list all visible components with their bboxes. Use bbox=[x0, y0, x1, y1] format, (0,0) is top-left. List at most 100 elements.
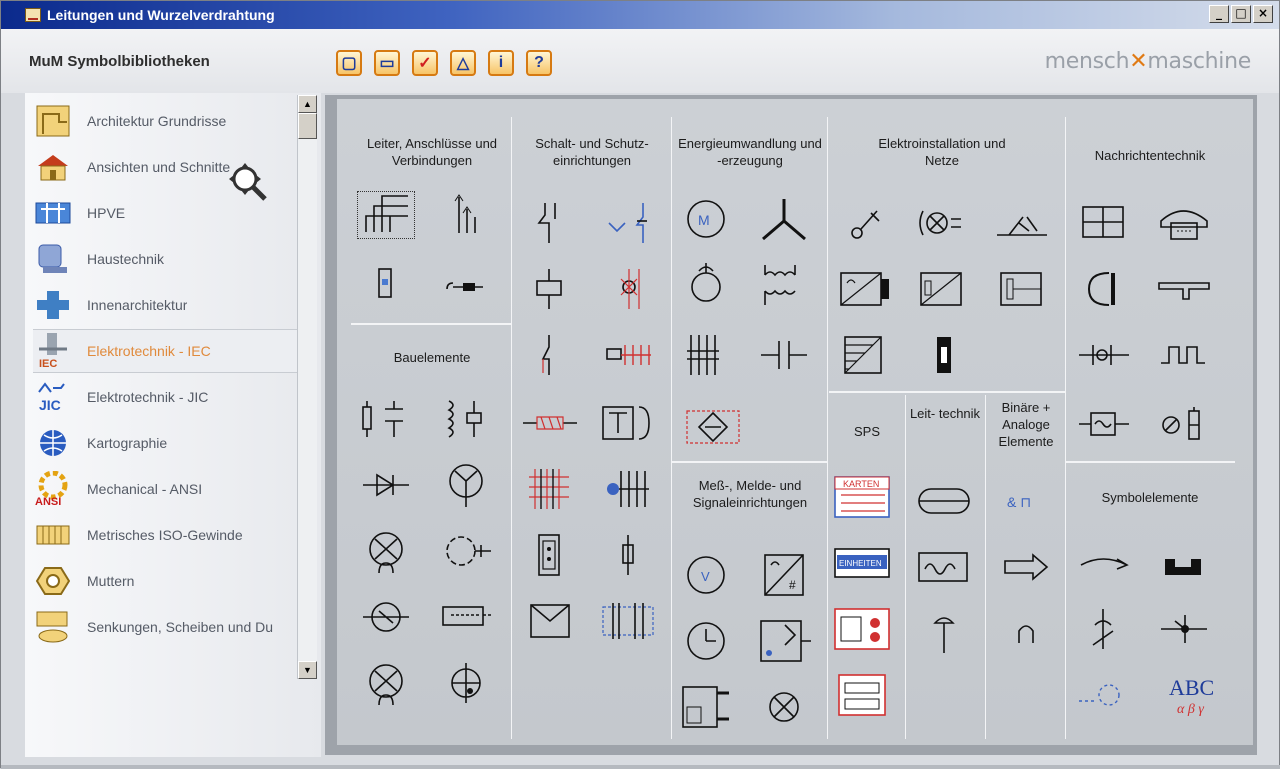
symbol-sps-cpu[interactable] bbox=[833, 671, 891, 719]
symbol-speaker[interactable] bbox=[1075, 265, 1133, 313]
symbol-text[interactable]: ABC α β γ bbox=[1155, 671, 1235, 719]
symbol-switch-red[interactable] bbox=[521, 331, 579, 379]
symbol-crystal[interactable] bbox=[437, 593, 495, 641]
symbol-converter[interactable] bbox=[837, 265, 895, 313]
category-header-bauelemente[interactable]: Bauelemente bbox=[357, 349, 507, 366]
symbol-inductor-fuse[interactable] bbox=[437, 395, 495, 443]
symbol-star-connection[interactable] bbox=[755, 195, 813, 243]
symbol-horn[interactable] bbox=[1155, 265, 1213, 313]
symbol-sps-module[interactable] bbox=[833, 605, 891, 653]
symbol-voltmeter[interactable]: V bbox=[677, 551, 735, 599]
symbol-contact-block[interactable] bbox=[599, 597, 657, 645]
minimize-button[interactable]: _ bbox=[1209, 5, 1229, 23]
symbol-relay-coil[interactable] bbox=[521, 265, 579, 313]
check-button[interactable]: ✓ bbox=[412, 50, 438, 76]
symbol-plug-connector[interactable] bbox=[437, 261, 495, 309]
new-symbol-button[interactable]: ▢ bbox=[336, 50, 362, 76]
symbol-ground-arrow[interactable] bbox=[1075, 605, 1133, 653]
symbol-module[interactable] bbox=[521, 531, 579, 579]
insert-button[interactable]: △ bbox=[450, 50, 476, 76]
symbol-switch-coil[interactable] bbox=[599, 199, 657, 247]
symbol-sps-karten[interactable]: KARTEN bbox=[833, 473, 891, 521]
symbol-dimmer[interactable] bbox=[915, 199, 973, 247]
symbol-clock[interactable] bbox=[677, 617, 735, 665]
title-bar[interactable]: Leitungen und Wurzelverdrahtung _ □ × bbox=[1, 1, 1279, 29]
sidebar-item-haustechnik[interactable]: Haustechnik bbox=[33, 237, 297, 281]
sidebar-item-elektrotechnik-iec[interactable]: IEC Elektrotechnik - IEC bbox=[33, 329, 297, 373]
symbol-contactor[interactable] bbox=[599, 399, 657, 447]
info-button[interactable]: i bbox=[488, 50, 514, 76]
symbol-transformer-3ph[interactable] bbox=[677, 331, 735, 379]
symbol-diode[interactable] bbox=[357, 461, 415, 509]
symbol-frequency-meter[interactable]: # bbox=[755, 551, 813, 599]
category-header-leit[interactable]: Leit- technik bbox=[909, 405, 981, 422]
symbol-and-gate[interactable]: & ⊓ bbox=[997, 477, 1055, 525]
symbol-fuse-block[interactable] bbox=[521, 465, 579, 513]
category-header-leiter[interactable]: Leiter, Anschlüsse und Verbindungen bbox=[357, 135, 507, 169]
symbol-junction-point[interactable] bbox=[1155, 605, 1213, 653]
symbol-switch-nc[interactable] bbox=[521, 199, 579, 247]
symbol-fuse[interactable] bbox=[599, 531, 657, 579]
symbol-phone[interactable] bbox=[1155, 199, 1213, 247]
symbol-switchgear[interactable] bbox=[599, 465, 657, 513]
symbol-relay-contacts[interactable] bbox=[599, 265, 657, 313]
symbol-charger[interactable] bbox=[993, 265, 1051, 313]
sidebar-item-kartographie[interactable]: Kartographie bbox=[33, 421, 297, 465]
symbol-socket-switch[interactable] bbox=[837, 199, 895, 247]
sidebar-item-iso-gewinde[interactable]: Metrisches ISO-Gewinde bbox=[33, 513, 297, 557]
symbol-terminator[interactable] bbox=[915, 477, 973, 525]
help-button[interactable]: ? bbox=[526, 50, 552, 76]
symbol-bus-junction[interactable] bbox=[357, 191, 415, 239]
symbol-triode[interactable] bbox=[437, 659, 495, 707]
symbol-resistor-capacitor[interactable] bbox=[357, 395, 415, 443]
symbol-notch[interactable] bbox=[1155, 539, 1213, 587]
category-header-sps[interactable]: SPS bbox=[833, 423, 901, 440]
symbol-tube[interactable] bbox=[357, 527, 415, 575]
sidebar-scrollbar[interactable]: ▲ ▼ bbox=[297, 95, 317, 679]
symbol-ground-switch[interactable] bbox=[993, 199, 1051, 247]
symbol-transistor[interactable] bbox=[437, 461, 495, 509]
symbol-distribution-panel[interactable] bbox=[837, 331, 895, 379]
symbol-modem[interactable] bbox=[1075, 401, 1133, 449]
symbol-signal-wave[interactable] bbox=[915, 543, 973, 591]
category-header-binaer[interactable]: Binäre + Analoge Elemente bbox=[989, 399, 1063, 450]
symbol-multi-conductor[interactable] bbox=[437, 191, 495, 239]
symbol-generator[interactable] bbox=[677, 261, 735, 309]
close-button[interactable]: × bbox=[1253, 5, 1273, 23]
symbol-motor[interactable]: M bbox=[677, 195, 735, 243]
scroll-down-button[interactable]: ▼ bbox=[298, 661, 317, 679]
symbol-arrow-out[interactable] bbox=[997, 543, 1055, 591]
category-header-elektro[interactable]: Elektroinstallation und Netze bbox=[867, 135, 1017, 169]
scroll-thumb[interactable] bbox=[298, 113, 317, 139]
sidebar-item-architektur[interactable]: Architektur Grundrisse bbox=[33, 99, 297, 143]
symbol-switch-bank[interactable] bbox=[599, 331, 657, 379]
symbol-photodiode-tube[interactable] bbox=[357, 593, 415, 641]
symbol-lamp[interactable] bbox=[755, 683, 813, 731]
symbol-rectifier[interactable] bbox=[685, 403, 743, 451]
category-header-schalt[interactable]: Schalt- und Schutz- einrichtungen bbox=[517, 135, 667, 169]
symbol-signal-box[interactable] bbox=[677, 683, 735, 731]
category-header-nachricht[interactable]: Nachrichtentechnik bbox=[1069, 147, 1231, 164]
sidebar-item-mechanical-ansi[interactable]: ANSI Mechanical - ANSI bbox=[33, 467, 297, 511]
symbol-gauge-battery[interactable] bbox=[1155, 401, 1213, 449]
symbol-motor-protection[interactable] bbox=[521, 399, 579, 447]
sidebar-item-elektrotechnik-jic[interactable]: JIC Elektrotechnik - JIC bbox=[33, 375, 297, 419]
symbol-alarm-module[interactable] bbox=[755, 617, 813, 665]
symbol-tube-2[interactable] bbox=[357, 659, 415, 707]
category-header-symbol[interactable]: Symbolelemente bbox=[1069, 489, 1231, 506]
symbol-sps-einheiten[interactable]: EINHEITEN bbox=[833, 539, 891, 587]
sidebar-item-senkungen[interactable]: Senkungen, Scheiben und Du bbox=[33, 605, 297, 649]
category-header-mess[interactable]: Meß-, Melde- und Signaleinrichtungen bbox=[675, 477, 825, 511]
sidebar-item-innenarchitektur[interactable]: Innenarchitektur bbox=[33, 283, 297, 327]
symbol-arch[interactable] bbox=[997, 609, 1055, 657]
maximize-button[interactable]: □ bbox=[1231, 5, 1251, 23]
symbol-antenna[interactable] bbox=[915, 609, 973, 657]
symbol-curved-arrow[interactable] bbox=[1075, 539, 1133, 587]
symbol-capacitor[interactable] bbox=[755, 331, 813, 379]
sidebar-item-muttern[interactable]: Muttern bbox=[33, 559, 297, 603]
scroll-up-button[interactable]: ▲ bbox=[298, 95, 317, 113]
symbol-terminal-block[interactable] bbox=[357, 261, 415, 309]
category-header-energie[interactable]: Energieumwandlung und -erzeugung bbox=[675, 135, 825, 169]
symbol-fuse-link[interactable] bbox=[915, 331, 973, 379]
symbol-crossover[interactable] bbox=[1075, 199, 1133, 247]
